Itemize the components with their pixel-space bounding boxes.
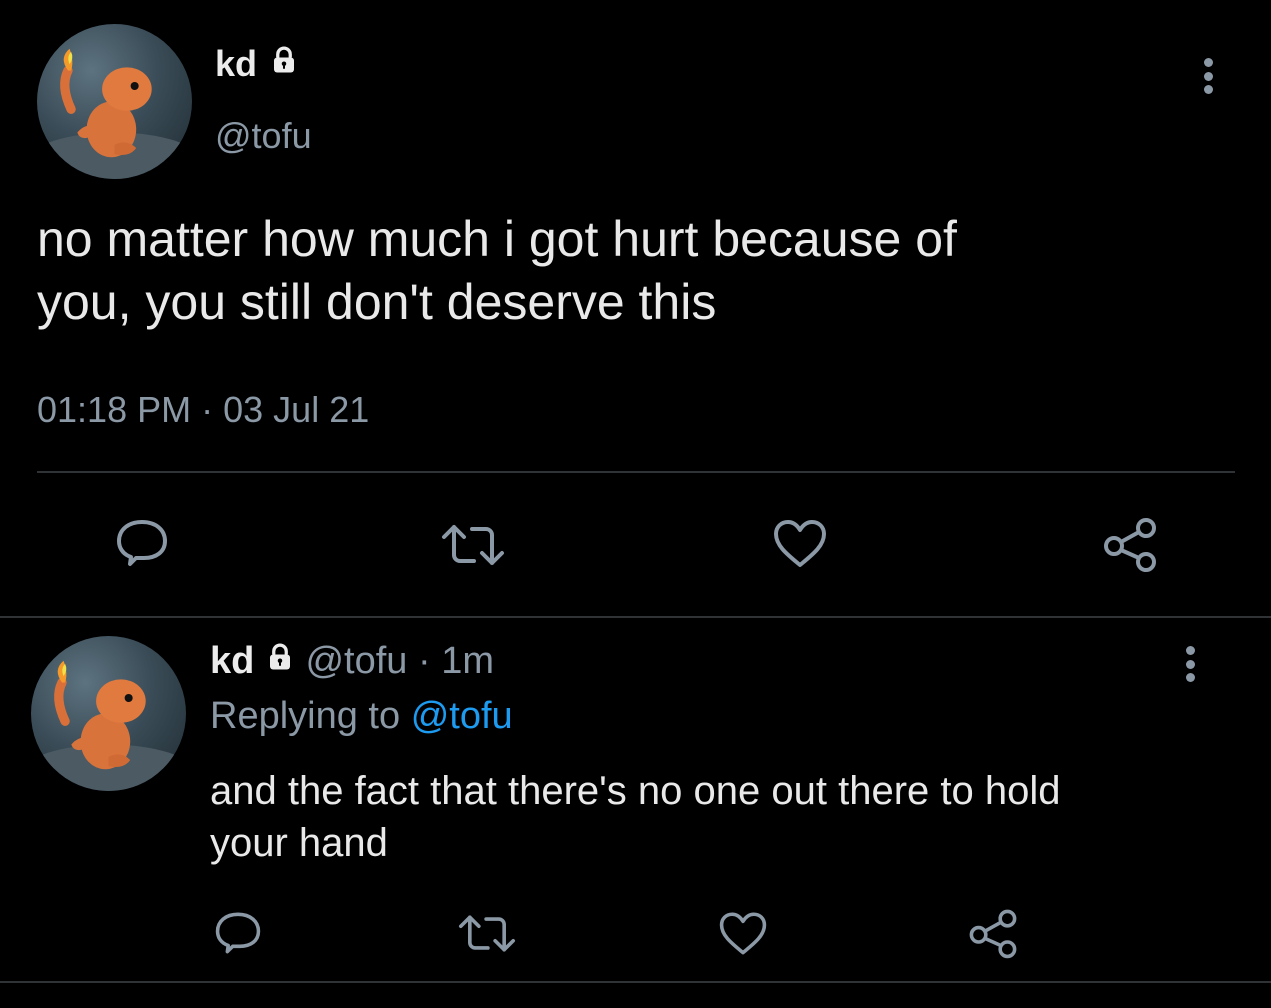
share-button[interactable] xyxy=(1100,514,1160,574)
reply-separator: · xyxy=(418,640,431,682)
retweet-icon xyxy=(442,525,504,565)
reply-tweet-reply-button[interactable] xyxy=(213,909,263,957)
main-tweet-display-name[interactable]: kd xyxy=(215,42,299,86)
main-tweet-more-options-icon[interactable] xyxy=(1198,58,1218,94)
retweet-icon xyxy=(458,915,516,952)
reply-age: 1m xyxy=(441,640,495,682)
reply-tweet-text-line-1: and the fact that there's no one out the… xyxy=(210,769,1061,813)
reply-tweet-like-button[interactable] xyxy=(716,908,770,958)
main-tweet-handle[interactable]: @tofu xyxy=(215,114,312,158)
main-tweet-text-line-2: you, you still don't deserve this xyxy=(37,274,717,330)
replying-to-handle-link[interactable]: @tofu xyxy=(411,695,513,737)
reply-tweet-text: and the fact that there's no one out the… xyxy=(210,765,1250,869)
reply-tweet-share-button[interactable] xyxy=(966,906,1020,960)
replying-to: Replying to @tofu xyxy=(210,693,513,739)
lock-icon xyxy=(269,41,299,85)
reply-icon xyxy=(117,520,167,566)
reply-tweet-more-options-icon[interactable] xyxy=(1180,646,1200,682)
reply-handle[interactable]: @tofu xyxy=(305,640,407,682)
like-icon xyxy=(719,912,767,955)
reply-display-name[interactable]: kd xyxy=(210,640,254,682)
tweet-date: 03 Jul 21 xyxy=(223,389,370,430)
charmander-avatar-image xyxy=(37,48,192,179)
replying-to-label: Replying to xyxy=(210,695,401,737)
reply-icon xyxy=(215,912,261,954)
share-icon xyxy=(1104,518,1156,572)
main-tweet-text-line-1: no matter how much i got hurt because of xyxy=(37,211,957,267)
reply-tweet-header: kd @tofu · 1m xyxy=(210,638,494,684)
charmander-avatar-image xyxy=(31,660,186,791)
main-tweet-text: no matter how much i got hurt because of… xyxy=(37,208,1237,334)
tweet-separator xyxy=(0,616,1271,618)
reply-tweet-avatar[interactable] xyxy=(31,636,186,791)
lock-icon xyxy=(265,637,295,683)
timestamp-separator: · xyxy=(201,389,214,430)
display-name-text: kd xyxy=(215,43,258,84)
reply-button[interactable] xyxy=(114,516,170,570)
main-tweet-actions-divider xyxy=(37,471,1235,473)
main-tweet-avatar[interactable] xyxy=(37,24,192,179)
reply-tweet-retweet-button[interactable] xyxy=(457,910,517,957)
like-icon xyxy=(774,520,826,567)
tweet-time: 01:18 PM xyxy=(37,389,192,430)
reply-tweet-text-line-2: your hand xyxy=(210,821,388,865)
bottom-divider xyxy=(0,981,1271,983)
like-button[interactable] xyxy=(770,515,830,571)
main-tweet-timestamp: 01:18 PM · 03 Jul 21 xyxy=(37,388,369,432)
retweet-button[interactable] xyxy=(440,519,506,571)
share-icon xyxy=(969,909,1017,959)
